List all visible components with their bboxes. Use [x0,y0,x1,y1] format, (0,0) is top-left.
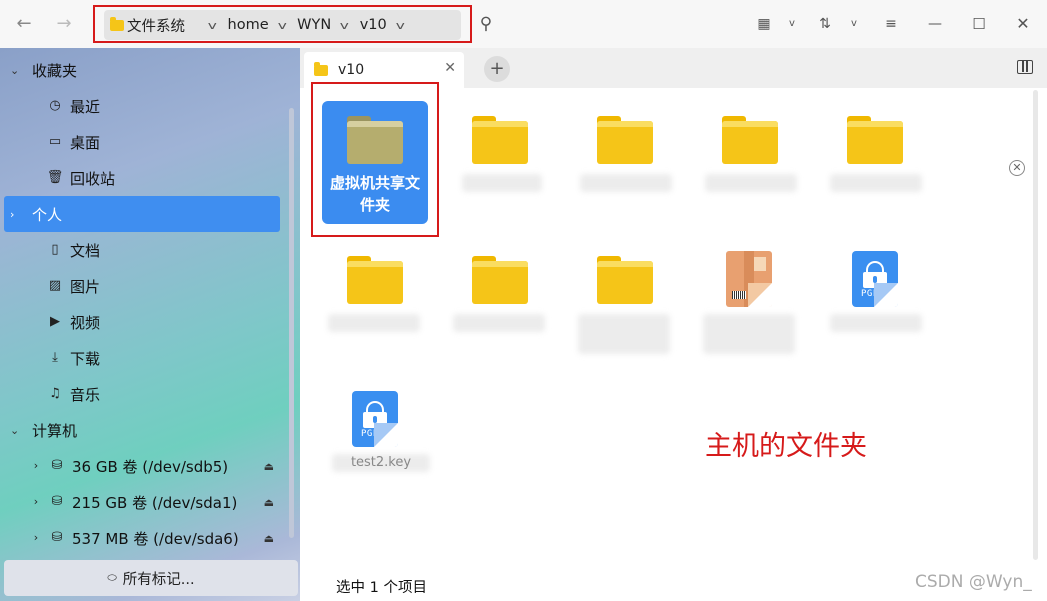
key-file-icon: PGP [852,251,898,307]
sidebar-item-pictures[interactable]: ▨ 图片 [0,268,280,304]
chevron-right-icon[interactable]: › [30,493,42,511]
sidebar-item-volume-sda1[interactable]: › ⛁ 215 GB 卷 (/dev/sda1) ⏏ [0,484,280,520]
clock-icon: ◷ [49,98,61,113]
sidebar: ⌄ 收藏夹 ◷ 最近 ▭ 桌面 🗑 回收站 › 个人 ▯ 文档 ▨ 图片 ▶ 视… [0,48,300,601]
add-tab-button[interactable]: + [484,56,510,82]
folder-icon [722,116,778,164]
chevron-down-icon[interactable]: v [844,14,864,34]
forward-button[interactable]: → [52,12,76,36]
sidebar-item-desktop[interactable]: ▭ 桌面 [0,124,280,160]
annotation-text: 主机的文件夹 [705,431,867,462]
sidebar-item-volume-sdb5[interactable]: › ⛁ 36 GB 卷 (/dev/sdb5) ⏏ [0,448,280,484]
folder-icon [597,116,653,164]
sidebar-item-music[interactable]: ♫ 音乐 [0,376,280,412]
drive-icon: ⛁ [51,530,63,545]
folder-icon [314,61,328,76]
eject-icon[interactable]: ⏏ [264,532,274,545]
file-label-blurred [453,314,545,332]
annotation-box-pathbar [93,5,472,43]
music-icon: ♫ [49,386,61,401]
sidebar-section-computer[interactable]: ⌄ 计算机 [0,412,280,448]
folder-icon [847,116,903,164]
status-bar-text: 选中 1 个项目 [336,580,427,596]
sort-icon[interactable]: ⇅ [815,14,835,34]
chevron-down-icon: ⌄ [10,423,20,437]
back-button[interactable]: ← [12,12,36,36]
sidebar-item-volume-sda6[interactable]: › ⛁ 537 MB 卷 (/dev/sda6) ⏏ [0,520,280,556]
sidebar-scrollbar[interactable] [289,108,294,538]
sidebar-section-personal[interactable]: › 个人 [4,196,280,232]
file-label: test2.key [350,455,412,470]
sidebar-section-favorites[interactable]: ⌄ 收藏夹 [0,52,280,88]
panel-view-icon[interactable] [1017,60,1033,74]
key-file-icon: PGP [352,391,398,447]
chevron-down-icon: ⌄ [10,63,20,77]
folder-icon [472,116,528,164]
chevron-right-icon: › [10,207,15,221]
tag-icon: ⬭ [107,571,117,584]
folder-icon [597,256,653,304]
sidebar-item-documents[interactable]: ▯ 文档 [0,232,280,268]
file-label-blurred [703,314,795,354]
close-icon[interactable]: ✕ [1013,14,1033,34]
titlebar: ← → 文件系统 v home v WYN v v10 v ⚲ ▦ v ⇅ v … [0,0,1047,48]
trash-icon: 🗑 [46,170,64,185]
file-label-blurred [580,174,672,192]
file-label-blurred [705,174,797,192]
annotation-box-folder [311,82,439,237]
maximize-icon[interactable]: ☐ [969,14,989,34]
minimize-icon[interactable]: — [925,14,945,34]
drive-icon: ⛁ [51,494,63,509]
image-icon: ▨ [48,278,62,293]
sidebar-item-downloads[interactable]: ⤓ 下载 [0,340,280,376]
all-tags-button[interactable]: ⬭ 所有标记... [4,560,298,596]
search-icon[interactable]: ⚲ [476,14,496,34]
menu-icon[interactable]: ≡ [881,14,901,34]
folder-icon [472,256,528,304]
desktop-icon: ▭ [48,134,62,149]
remove-badge-icon[interactable]: ✕ [1009,160,1025,176]
chevron-right-icon[interactable]: › [30,529,42,547]
video-icon: ▶ [50,314,60,329]
file-label-blurred [578,314,670,354]
folder-icon [347,256,403,304]
sidebar-item-trash[interactable]: 🗑 回收站 [0,160,280,196]
sidebar-item-recent[interactable]: ◷ 最近 [0,88,280,124]
eject-icon[interactable]: ⏏ [264,460,274,473]
main-scrollbar[interactable] [1033,90,1038,560]
archive-icon [726,251,772,307]
close-icon[interactable]: ✕ [444,60,456,76]
main-area: v10 ✕ + 虚拟机共享文 件夹 ✕ PGP PGP test2.key [300,48,1047,601]
chevron-right-icon[interactable]: › [30,457,42,475]
watermark: CSDN @Wyn_ [915,572,1032,592]
sidebar-item-videos[interactable]: ▶ 视频 [0,304,280,340]
file-label-blurred [328,314,420,332]
document-icon: ▯ [51,242,59,257]
file-label-blurred [830,314,922,332]
eject-icon[interactable]: ⏏ [264,496,274,509]
file-label-blurred [830,174,922,192]
file-label-blurred [462,174,542,192]
grid-view-icon[interactable]: ▦ [754,14,774,34]
download-icon: ⤓ [52,350,58,365]
chevron-down-icon[interactable]: v [782,14,802,34]
file-manager-window: ← → 文件系统 v home v WYN v v10 v ⚲ ▦ v ⇅ v … [0,0,1047,601]
drive-icon: ⛁ [51,458,63,473]
